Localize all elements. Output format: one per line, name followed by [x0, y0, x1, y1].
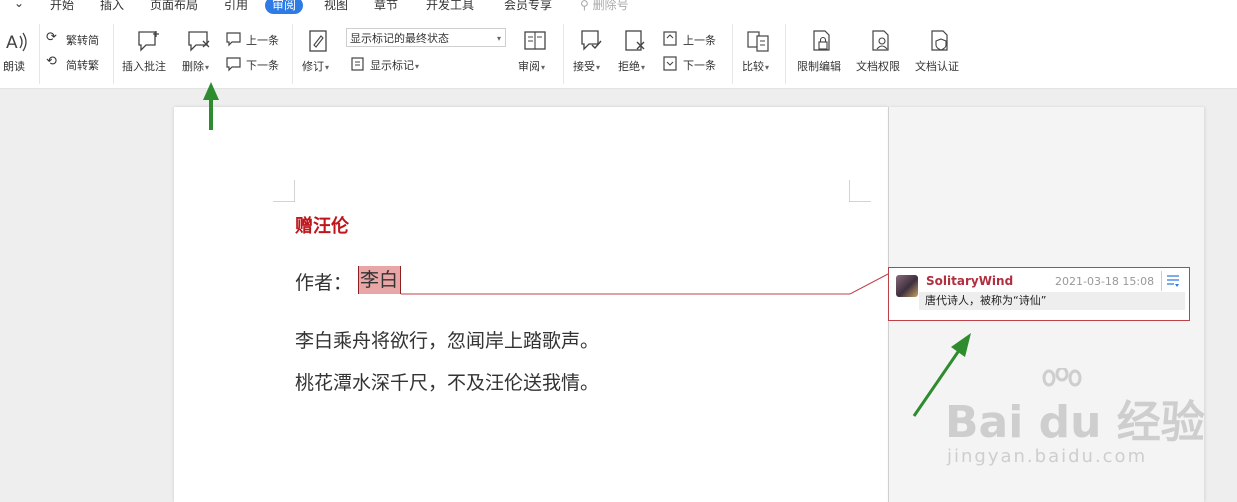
chevron-down-icon: ▾ — [325, 63, 330, 72]
reject-label: 拒绝 — [618, 60, 640, 73]
chevron-down-icon: ▾ — [596, 63, 601, 72]
watermark-main: Bai du 经验 — [945, 397, 1205, 448]
menu-bar: ⌄ 开始 插入 页面布局 引用 审阅 视图 章节 开发工具 会员专享 ⚲ 删除号 — [0, 0, 1237, 14]
menu-tab-references[interactable]: 引用 — [224, 0, 248, 13]
svg-text:A: A — [6, 33, 18, 53]
trad-to-simp-icon: ⟳ — [46, 30, 57, 45]
watermark-url: jingyan.baidu.com — [947, 446, 1148, 467]
chevron-down-icon: ▾ — [496, 34, 501, 43]
divider — [732, 24, 733, 84]
document-page[interactable] — [174, 107, 888, 502]
crop-mark-top-left — [273, 180, 295, 202]
crop-mark-top-right — [849, 180, 871, 202]
lock-document-icon — [813, 30, 830, 51]
poem-line-1[interactable]: 李白乘舟将欲行，忽闻岸上踏歌声。 — [295, 326, 599, 353]
next-comment-icon — [226, 57, 241, 72]
trad-to-simp-label: 繁转简 — [66, 34, 99, 47]
chevron-down-icon: ▾ — [415, 62, 420, 71]
divider — [113, 24, 114, 84]
chevron-down-icon: ▾ — [541, 63, 546, 72]
document-title[interactable]: 赠汪伦 — [295, 212, 349, 238]
comment-author: SolitaryWind — [926, 274, 1014, 288]
show-markup-label-wrap: 显示标记▾ — [370, 57, 419, 73]
user-permission-icon — [872, 30, 889, 51]
delete-comment-label: 删除 — [182, 60, 204, 73]
prev-change-label: 上一条 — [683, 34, 716, 47]
review-pane-label: 审阅 — [518, 60, 540, 73]
restrict-editing-label: 限制编辑 — [797, 60, 841, 73]
show-markup-label: 显示标记 — [370, 59, 414, 72]
avatar — [896, 275, 918, 297]
menu-search[interactable]: ⚲ 删除号 — [580, 0, 629, 13]
prev-change-icon — [663, 31, 677, 46]
chevron-down-icon: ▾ — [205, 63, 210, 72]
show-markup-icon — [351, 57, 364, 71]
menu-tab-view[interactable]: 视图 — [324, 0, 348, 13]
shield-document-icon — [931, 30, 948, 51]
reject-label-wrap: 拒绝▾ — [618, 58, 645, 74]
delete-comment-icon — [188, 31, 210, 52]
menu-tab-member[interactable]: 会员专享 — [504, 0, 552, 13]
display-mode-select[interactable]: 显示标记的最终状态 ▾ — [346, 28, 506, 47]
doc-certification-label: 文档认证 — [915, 60, 959, 73]
track-changes-label: 修订 — [302, 60, 324, 73]
next-comment-label: 下一条 — [246, 59, 279, 72]
insert-comment-icon — [138, 31, 159, 52]
menu-tab-page-layout[interactable]: 页面布局 — [150, 0, 198, 13]
read-aloud-icon: A — [6, 32, 27, 53]
simp-to-trad-label: 简转繁 — [66, 59, 99, 72]
menu-tab-insert[interactable]: 插入 — [100, 0, 124, 13]
read-aloud-label: 朗读 — [3, 60, 25, 73]
next-change-icon — [663, 56, 677, 71]
accept-label-wrap: 接受▾ — [573, 58, 600, 74]
comment-balloon[interactable]: SolitaryWind 2021-03-18 15:08 唐代诗人，被称为“诗… — [888, 267, 1190, 321]
author-label[interactable]: 作者： — [295, 268, 352, 295]
chevron-down-icon: ▾ — [641, 63, 646, 72]
menu-tab-home[interactable]: 开始 — [50, 0, 74, 13]
simp-to-trad-icon: ⟲ — [46, 54, 57, 69]
accept-icon — [581, 30, 602, 51]
delete-comment-label-wrap: 删除▾ — [182, 58, 209, 74]
divider — [292, 24, 293, 84]
list-menu-icon — [1167, 275, 1179, 287]
track-changes-icon — [309, 30, 327, 52]
insert-comment-label: 插入批注 — [122, 60, 166, 73]
review-pane-icon — [524, 31, 546, 50]
divider — [785, 24, 786, 84]
search-icon: ⚲ — [580, 0, 589, 12]
next-change-label: 下一条 — [683, 59, 716, 72]
reject-icon — [625, 30, 645, 51]
prev-comment-icon — [226, 32, 241, 47]
chevron-down-icon: ▾ — [765, 63, 770, 72]
prev-comment-label: 上一条 — [246, 34, 279, 47]
compare-label: 比较 — [742, 60, 764, 73]
menu-tab-developer[interactable]: 开发工具 — [426, 0, 474, 13]
divider — [39, 24, 40, 84]
display-mode-value: 显示标记的最终状态 — [350, 32, 449, 45]
menu-search-label: 删除号 — [592, 0, 629, 12]
review-pane-label-wrap: 审阅▾ — [518, 58, 545, 74]
comment-menu-button[interactable] — [1161, 271, 1184, 291]
menu-tab-chapter[interactable]: 章节 — [374, 0, 398, 13]
comment-text[interactable]: 唐代诗人，被称为“诗仙” — [919, 292, 1185, 310]
menu-tab-review[interactable]: 审阅 — [265, 0, 304, 14]
commented-text[interactable]: 李白 — [358, 266, 401, 294]
ribbon-toolbar: A 朗读 ⟳ 繁转简 ⟲ 简转繁 插入批注 删除▾ 上一条 下一条 修订▾ 显示… — [0, 14, 1237, 89]
quick-access-dropdown[interactable]: ⌄ — [14, 0, 24, 10]
divider — [563, 24, 564, 84]
compare-label-wrap: 比较▾ — [742, 58, 769, 74]
track-changes-label-wrap: 修订▾ — [302, 58, 329, 74]
poem-line-2[interactable]: 桃花潭水深千尺，不及汪伦送我情。 — [295, 368, 599, 395]
comment-timestamp: 2021-03-18 15:08 — [1055, 275, 1155, 288]
doc-permissions-label: 文档权限 — [856, 60, 900, 73]
compare-icon — [747, 31, 769, 52]
accept-label: 接受 — [573, 60, 595, 73]
